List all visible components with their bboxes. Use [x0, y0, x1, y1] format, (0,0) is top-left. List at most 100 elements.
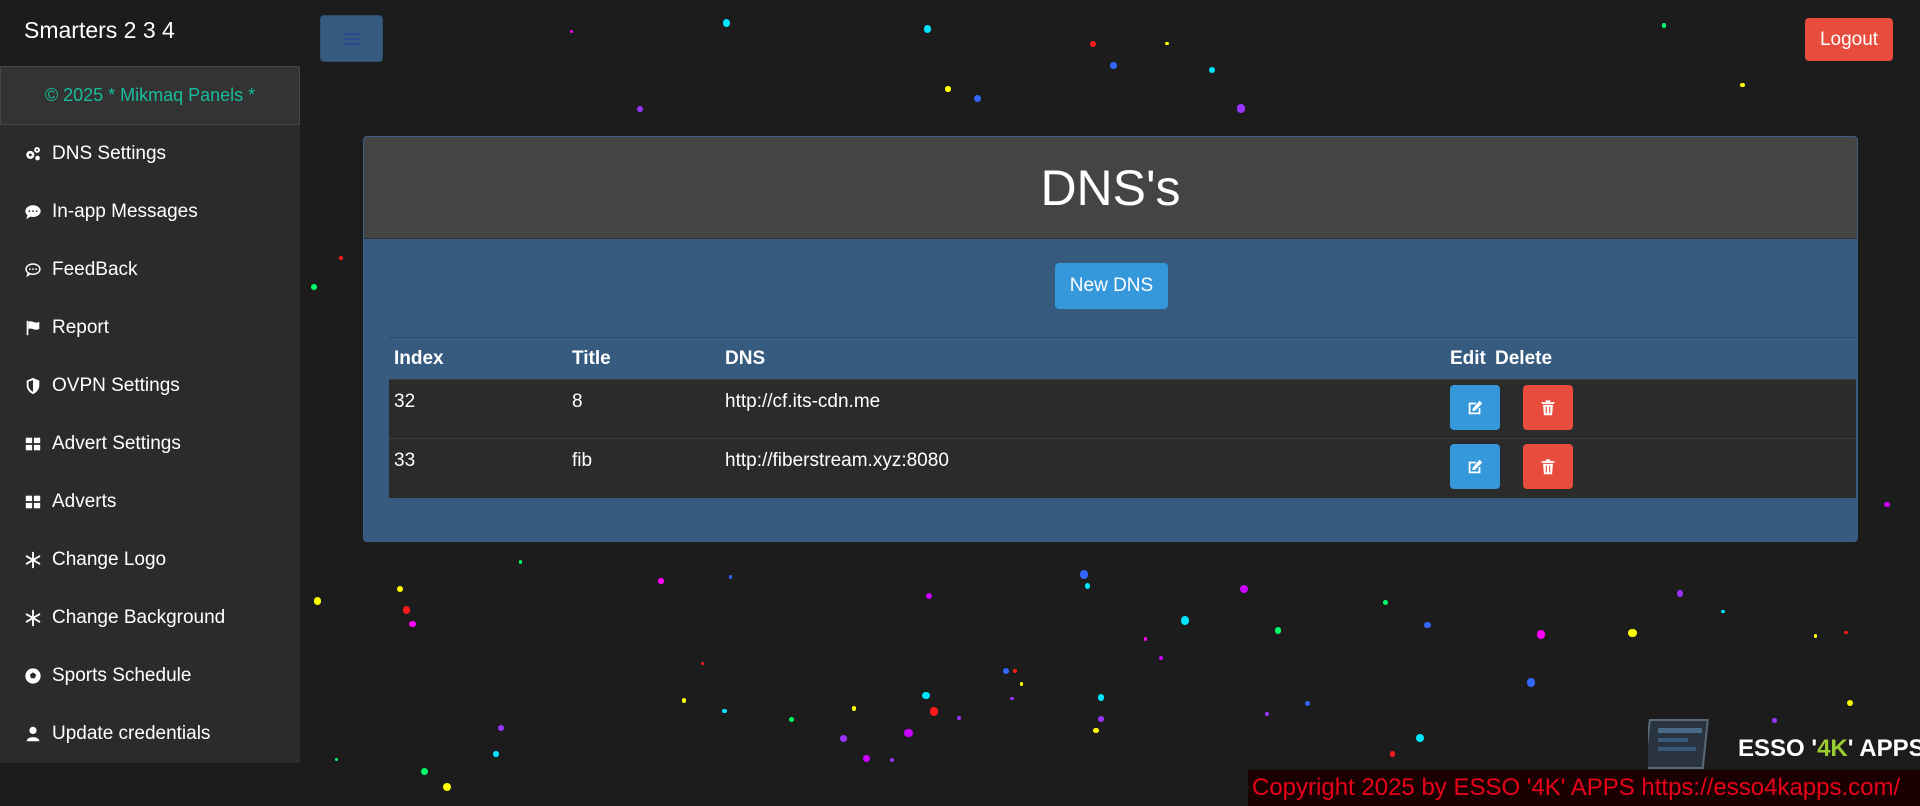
cell-title: fib — [572, 450, 593, 471]
cell-dns: http://cf.its-cdn.me — [725, 391, 881, 412]
confetti-dot — [862, 755, 870, 763]
sidebar-item-change-background[interactable]: Change Background — [0, 589, 300, 647]
column-header-dns: DNS — [725, 347, 766, 369]
svg-text:ESSO '4K' APPS: ESSO '4K' APPS — [1738, 735, 1920, 762]
new-dns-button[interactable]: New DNS — [1055, 263, 1168, 309]
sidebar-item-label: FeedBack — [52, 259, 138, 280]
confetti-dot — [1416, 733, 1425, 742]
confetti-dot — [681, 698, 687, 703]
confetti-dot — [1143, 636, 1148, 641]
confetti-dot — [945, 86, 951, 92]
confetti-dot — [1628, 628, 1637, 638]
confetti-dot — [1676, 590, 1683, 597]
confetti-dot — [1013, 669, 1017, 674]
confetti-dot — [723, 19, 731, 27]
user-icon — [24, 725, 46, 743]
confetti-dot — [518, 560, 523, 564]
sidebar-item-change-logo[interactable]: Change Logo — [0, 531, 300, 589]
shield-icon — [24, 377, 46, 395]
confetti-dot — [840, 734, 848, 742]
confetti-dot — [1164, 41, 1169, 46]
sidebar-item-sports-schedule[interactable]: Sports Schedule — [0, 647, 300, 705]
logo-text-right: ' APPS — [1848, 735, 1920, 762]
confetti-dot — [1159, 656, 1164, 661]
confetti-dot — [974, 95, 982, 102]
confetti-dot — [493, 751, 499, 757]
column-header-index: Index — [394, 347, 444, 369]
sidebar-item-in-app-messages[interactable]: In-app Messages — [0, 183, 300, 241]
confetti-dot — [1721, 609, 1725, 613]
confetti-dot — [420, 768, 428, 776]
confetti-dot — [1110, 62, 1117, 69]
sidebar-item-label: In-app Messages — [52, 201, 198, 222]
confetti-dot — [402, 606, 411, 614]
confetti-dot — [1090, 41, 1097, 48]
sidebar-item-report[interactable]: Report — [0, 299, 300, 357]
flag-icon — [24, 319, 46, 337]
sidebar-item-label: DNS Settings — [52, 143, 167, 164]
sidebar-item-advert-settings[interactable]: Advert Settings — [0, 415, 300, 473]
confetti-dot — [1536, 630, 1546, 639]
sidebar-copyright: © 2025 * Mikmaq Panels * — [0, 66, 300, 125]
confetti-dot — [1847, 699, 1854, 706]
menu-icon — [343, 32, 360, 45]
snowflake-icon — [24, 609, 46, 627]
sidebar-toggle-button[interactable] — [320, 15, 383, 62]
confetti-dot — [788, 717, 795, 723]
th-large-icon — [24, 493, 46, 511]
confetti-dot — [701, 661, 705, 666]
dns-panel: DNS's New DNS Index Title DNS Edit Delet… — [363, 136, 1858, 542]
sidebar-item-label: Report — [52, 317, 110, 338]
confetti-dot — [904, 728, 913, 738]
column-header-delete: Delete — [1495, 347, 1553, 369]
confetti-dot — [1264, 711, 1269, 716]
cell-dns: http://fiberstream.xyz:8080 — [725, 450, 949, 471]
snowflake-icon — [24, 551, 46, 569]
confetti-dot — [1274, 627, 1282, 634]
comment-icon — [24, 203, 46, 221]
confetti-dot — [1084, 583, 1091, 589]
confetti-dot — [1389, 751, 1396, 757]
confetti-dot — [1526, 678, 1536, 687]
sidebar-item-feedback[interactable]: FeedBack — [0, 241, 300, 299]
confetti-dot — [852, 706, 857, 711]
sidebar-item-label: Change Logo — [52, 549, 167, 570]
sidebar-item-adverts[interactable]: Adverts — [0, 473, 300, 531]
table-row: 33 fib http://fiberstream.xyz:8080 — [389, 438, 1856, 498]
brand-title[interactable]: Smarters 2 3 4 — [24, 17, 175, 44]
table-header-row: Index Title DNS Edit Delete — [389, 337, 1856, 380]
cell-index: 33 — [394, 450, 416, 471]
confetti-dot — [498, 725, 505, 732]
th-large-icon — [24, 435, 46, 453]
logout-button[interactable]: Logout — [1805, 18, 1893, 61]
confetti-dot — [1019, 682, 1024, 686]
confetti-dot — [1003, 667, 1010, 675]
delete-button[interactable] — [1523, 444, 1573, 489]
sidebar-item-update-credentials[interactable]: Update credentials — [0, 705, 300, 763]
confetti-dot — [569, 29, 573, 33]
cell-actions — [1445, 380, 1856, 439]
sidebar-item-dns-settings[interactable]: DNS Settings — [0, 125, 300, 183]
confetti-dot — [1236, 104, 1246, 113]
futbol-icon — [24, 667, 46, 685]
confetti-dot — [1079, 570, 1089, 579]
delete-button[interactable] — [1523, 385, 1573, 430]
sidebar: © 2025 * Mikmaq Panels * DNS Settings In… — [0, 66, 300, 763]
gears-icon — [24, 145, 46, 163]
sidebar-item-ovpn-settings[interactable]: OVPN Settings — [0, 357, 300, 415]
comment-dots-icon — [24, 261, 46, 279]
cell-index: 32 — [394, 391, 416, 412]
edit-button[interactable] — [1450, 385, 1500, 430]
cell-actions — [1445, 439, 1856, 498]
confetti-dot — [1383, 600, 1388, 605]
confetti-dot — [311, 284, 317, 290]
trash-icon — [1541, 458, 1555, 474]
edit-button[interactable] — [1450, 444, 1500, 489]
footer-copyright[interactable]: Copyright 2025 by ESSO '4K' APPS https:/… — [1248, 770, 1920, 806]
column-header-edit: Edit — [1450, 347, 1486, 369]
confetti-dot — [1209, 67, 1216, 74]
confetti-dot — [1010, 697, 1014, 701]
confetti-dot — [929, 707, 939, 717]
edit-icon — [1468, 400, 1483, 414]
cell-title: 8 — [572, 391, 583, 412]
